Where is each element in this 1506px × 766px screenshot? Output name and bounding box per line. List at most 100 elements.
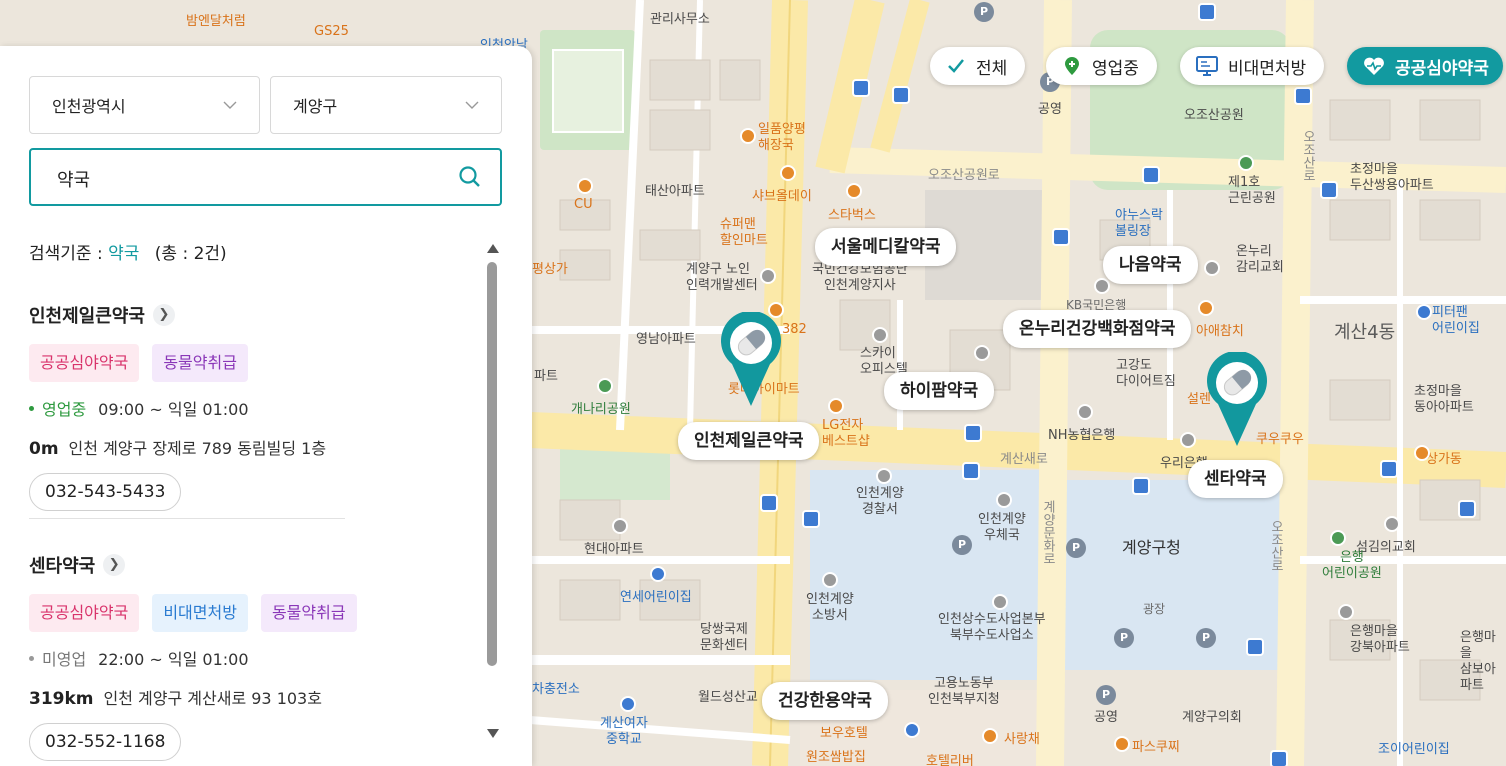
search-icon[interactable] — [458, 165, 482, 193]
map-label: 태산아파트 — [645, 184, 705, 199]
bus-stop-icon[interactable] — [1246, 638, 1264, 656]
status-dot — [29, 405, 34, 411]
map-label: 상가동 — [1426, 452, 1462, 467]
pharmacy-marker-haipam[interactable]: 하이팜약국 — [884, 372, 995, 410]
business-status: 영업중 09:00 ~ 익일 01:00 — [29, 396, 489, 420]
bus-stop-icon[interactable] — [1198, 3, 1216, 21]
phone-button[interactable]: 032-552-1168 — [29, 723, 182, 761]
search-input[interactable] — [55, 164, 459, 194]
map-label: 인천계양 소방서 — [806, 592, 854, 623]
map-label: 인천계양 우체국 — [978, 512, 1026, 543]
bus-stop-icon[interactable] — [760, 494, 778, 512]
pharmacy-marker-naeum[interactable]: 나음약국 — [1103, 246, 1198, 284]
map-label: 스타벅스 — [828, 208, 876, 223]
building-icon — [974, 345, 990, 361]
restaurant-icon — [982, 728, 998, 744]
filter-night-chip[interactable]: 공공심야약국 — [1347, 47, 1503, 85]
distance: 0m — [29, 439, 59, 459]
map-label: 야누스락 볼링장 — [1115, 208, 1163, 239]
pharmacy-name[interactable]: 인천제일큰약국 ❯ — [29, 302, 489, 328]
pharmacy-marker-seoul-medical[interactable]: 서울메디칼약국 — [815, 228, 957, 266]
criteria-count: (총 : 2건) — [154, 244, 227, 264]
bus-stop-icon[interactable] — [1270, 750, 1288, 766]
search-criteria: 검색기준 : 약국 (총 : 2건) — [29, 239, 227, 264]
bus-stop-icon[interactable] — [1132, 477, 1150, 495]
tag-list: 공공심야약국 동물약취급 — [29, 344, 489, 382]
scrollbar-thumb[interactable] — [487, 262, 497, 666]
map-label: NH농협은행 — [1048, 428, 1116, 443]
park-icon — [1330, 530, 1346, 546]
map-label: 원조쌈밥집 — [806, 750, 866, 765]
parking-icon: P — [974, 2, 994, 22]
park-icon — [1238, 155, 1254, 171]
chevron-down-icon — [465, 101, 479, 109]
scroll-up-arrow-icon[interactable] — [487, 244, 499, 253]
map-label: 계산4동 — [1334, 322, 1396, 343]
parking-icon: P — [1114, 628, 1134, 648]
bank-icon — [1094, 278, 1110, 294]
divider — [29, 518, 345, 519]
bus-stop-icon[interactable] — [1294, 87, 1312, 105]
map-label: LG전자 베스트샵 — [822, 418, 870, 449]
restaurant-icon — [780, 165, 796, 181]
pharmacy-marker-jeilkeun[interactable]: 인천제일큰약국 — [678, 422, 820, 460]
cafe-icon — [846, 183, 862, 199]
district-select[interactable]: 계양구 — [270, 76, 502, 134]
map-label: 평상가 — [532, 262, 568, 277]
results-scrollbar[interactable] — [486, 244, 499, 738]
bus-stop-icon[interactable] — [1052, 228, 1070, 246]
business-hours: 22:00 ~ 익일 01:00 — [98, 650, 249, 669]
pharmacy-marker-geonganghanyong[interactable]: 건강한용약국 — [762, 682, 888, 720]
restaurant-icon — [740, 128, 756, 144]
map-label: 공영 — [1094, 710, 1118, 725]
bus-stop-icon[interactable] — [1142, 166, 1160, 184]
bus-stop-icon[interactable] — [852, 79, 870, 97]
filter-all-chip[interactable]: 전체 — [930, 47, 1026, 85]
pharmacy-pin-icon[interactable] — [1206, 352, 1268, 448]
filter-open-chip[interactable]: 영업중 — [1046, 47, 1157, 85]
map-label: 고강도 다이어트짐 — [1116, 358, 1176, 389]
status-text: 영업중 — [42, 400, 87, 419]
map-label: 오조산공원 — [1184, 108, 1244, 123]
chevron-right-icon[interactable]: ❯ — [152, 304, 175, 326]
pharmacy-pin-icon[interactable] — [720, 312, 782, 408]
phone-button[interactable]: 032-543-5433 — [29, 473, 182, 511]
map-label: 국민건강보험공단 인천계양지사 — [812, 262, 908, 293]
map-label: 계산새로 — [1000, 452, 1048, 467]
tag-animal-medicine: 동물약취급 — [260, 594, 357, 632]
bank-icon — [1180, 432, 1196, 448]
bus-stop-icon[interactable] — [802, 510, 820, 528]
map-label: 샤브올데이 — [752, 189, 812, 204]
filter-remote-chip[interactable]: 비대면처방 — [1180, 47, 1325, 85]
tag-night-pharmacy: 공공심야약국 — [29, 344, 140, 382]
bus-stop-icon[interactable] — [964, 424, 982, 442]
map-label: 피터팬 어린이집 — [1432, 305, 1480, 336]
map-label: 슈퍼맨 할인마트 — [720, 217, 768, 248]
chevron-right-icon[interactable]: ❯ — [103, 554, 126, 576]
business-status: 미영업 22:00 ~ 익일 01:00 — [29, 646, 489, 670]
map-label: 밤엔달처럼 — [186, 14, 246, 29]
store-icon — [828, 398, 844, 414]
bus-stop-icon[interactable] — [1380, 460, 1398, 478]
pharmacy-name[interactable]: 센타약국 ❯ — [29, 552, 489, 578]
bus-stop-icon[interactable] — [892, 86, 910, 104]
filter-all-label: 전체 — [976, 58, 1008, 79]
search-panel: 인천광역시 계양구 검색기준 : 약국 (총 : 2건) 인천제일큰약국 ❯ 공… — [0, 46, 532, 766]
bus-stop-icon[interactable] — [1458, 500, 1476, 518]
bus-stop-icon[interactable] — [1320, 181, 1338, 199]
status-dot — [29, 655, 34, 661]
map-label: 계양구청 — [1122, 538, 1181, 557]
bus-stop-icon[interactable] — [962, 462, 980, 480]
check-icon — [946, 56, 966, 76]
pharmacy-marker-senta[interactable]: 센타약국 — [1188, 460, 1283, 498]
pharmacy-marker-onnuri[interactable]: 온누리건강백화점약국 — [1003, 310, 1192, 348]
distance: 319km — [29, 689, 94, 709]
map-label: 은행마을 강북아파트 — [1350, 624, 1410, 655]
map-label: 사랑채 — [1004, 732, 1040, 747]
map-label: 당쌍국제 문화센터 — [700, 622, 748, 653]
police-icon — [876, 468, 892, 484]
scroll-down-arrow-icon[interactable] — [487, 729, 499, 738]
map-label: 은행마을 삼보아파트 — [1460, 630, 1496, 693]
region-select[interactable]: 인천광역시 — [29, 76, 260, 134]
map-label: 광장 — [1143, 602, 1166, 616]
